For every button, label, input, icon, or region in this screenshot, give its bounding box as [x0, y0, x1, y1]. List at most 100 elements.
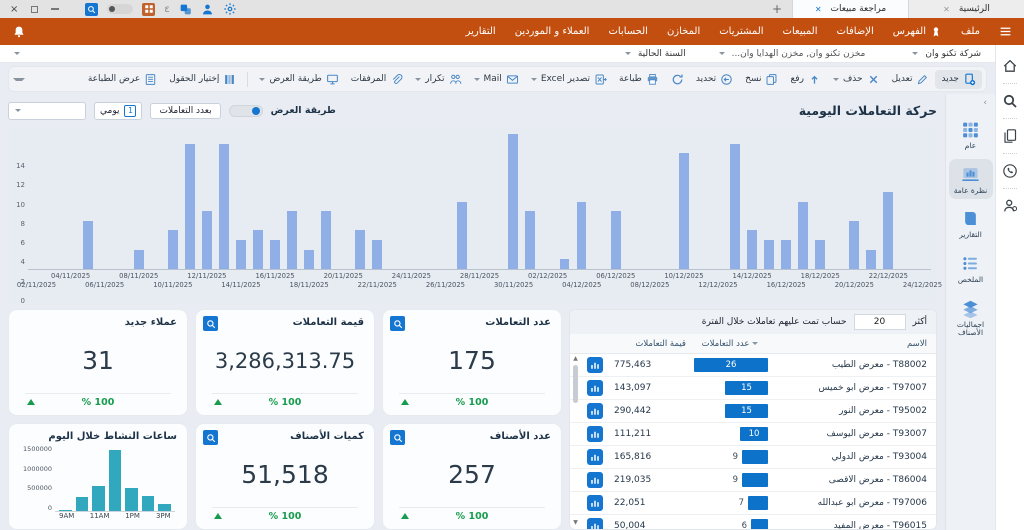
row-chart-icon[interactable]	[587, 380, 603, 396]
row-chart-icon[interactable]	[587, 472, 603, 488]
toolbar-button-[interactable]: تحديد	[690, 70, 739, 89]
toolbar-button-[interactable]: Mail	[468, 70, 525, 89]
menu-item[interactable]: الإضافات	[836, 26, 873, 38]
toolbar-collapse-icon[interactable]	[13, 78, 25, 81]
row-chart-icon[interactable]	[587, 403, 603, 419]
menu-item[interactable]: التقارير	[466, 26, 496, 38]
search-icon[interactable]	[390, 430, 405, 445]
toolbar-button-[interactable]: المرفقات	[345, 70, 409, 89]
new-tab-button[interactable]: +	[772, 2, 782, 16]
table-row[interactable]: T97006 - معرض ابو عبدالله722,051	[570, 492, 936, 515]
fiscal-year-selector[interactable]: السنة الحالية	[638, 49, 686, 59]
scroll-down-icon[interactable]: ▼	[571, 519, 580, 527]
scroll-up-icon[interactable]: ▲	[571, 355, 580, 363]
row-chart-icon[interactable]	[587, 357, 603, 373]
nav-item[interactable]: التقارير	[949, 203, 993, 244]
table-row[interactable]: T96015 - معرض المفيد650,004	[570, 515, 936, 529]
table-row[interactable]: T88002 - معرض الطيب26775,463	[570, 354, 936, 377]
search-icon[interactable]	[203, 430, 218, 445]
refresh-icon	[671, 73, 684, 86]
toolbar-button-[interactable]: تصدير Excel	[525, 70, 613, 89]
card-items-quantity[interactable]: كميات الأصناف 51,518 % 100	[195, 423, 375, 530]
close-tab-icon[interactable]: ✕	[815, 5, 822, 14]
table-row[interactable]: T93004 - معرض الدولي9165,816	[570, 446, 936, 469]
accounts-count-input[interactable]: 20	[854, 314, 906, 330]
card-transactions-value[interactable]: قيمة التعاملات 3,286,313.75 % 100	[195, 309, 375, 416]
toolbar-button-[interactable]: طريقة العرض	[253, 70, 344, 89]
whatsapp-icon[interactable]	[1002, 160, 1018, 182]
menu-item[interactable]: المخازن	[667, 26, 700, 38]
card-value: 257	[393, 442, 551, 507]
scrollbar-thumb[interactable]	[573, 365, 578, 403]
tab-sales-review[interactable]: مراجعة مبيعات✕	[792, 0, 908, 18]
table-scrollbar[interactable]: ▲ ▼	[571, 355, 580, 527]
close-window-icon[interactable]: ×	[10, 4, 18, 15]
interval-stepper[interactable]: 1 يومي	[94, 102, 142, 120]
column-name[interactable]: الاسم	[772, 339, 936, 349]
card-transactions-count[interactable]: عدد التعاملات 175 % 100	[382, 309, 562, 416]
gears-icon[interactable]	[223, 2, 237, 16]
menu-item[interactable]: الحسابات	[608, 26, 648, 38]
minimize-window-icon[interactable]	[51, 8, 59, 10]
row-chart-icon[interactable]	[587, 426, 603, 442]
table-row[interactable]: T95002 - معرض النور15290,442	[570, 400, 936, 423]
chevron-down-icon	[415, 78, 421, 81]
close-tab-icon[interactable]: ✕	[943, 5, 950, 14]
row-chart-icon[interactable]	[587, 495, 603, 511]
toolbar-button-[interactable]: طباعة	[613, 70, 665, 89]
tab-home[interactable]: الرئيسية✕	[908, 0, 1024, 18]
column-count[interactable]: عدد التعاملات	[688, 339, 772, 349]
toolbar-button-[interactable]: عرض الطباعة	[82, 70, 163, 89]
toolbar-button-[interactable]: حذف	[827, 70, 886, 89]
restore-window-icon[interactable]	[31, 6, 38, 13]
toolbar-button-[interactable]: رفع	[784, 70, 826, 89]
menu-item[interactable]: ملف	[961, 26, 980, 38]
warehouse-selector[interactable]: مخزن تكنو وان, مخزن الهدايا وان...	[732, 49, 866, 59]
notifications-bell-icon[interactable]	[12, 25, 26, 39]
company-selector[interactable]: شركة تكنو وان	[925, 49, 981, 59]
documents-icon[interactable]	[1002, 125, 1018, 147]
x-axis-tick: 18/11/2025	[290, 281, 329, 289]
search-icon[interactable]	[1002, 90, 1018, 112]
context-collapse-icon[interactable]	[14, 52, 20, 55]
nav-item[interactable]: نظرة عامة	[949, 159, 993, 200]
table-row[interactable]: T93007 - معرض اليوسف10111,211	[570, 423, 936, 446]
table-row[interactable]: T97007 - معرض ابو خميس15143,097	[570, 377, 936, 400]
row-chart-icon[interactable]	[587, 449, 603, 465]
menu-item[interactable]: المشتريات	[719, 26, 763, 38]
toolbar-button-icon-only[interactable]	[665, 70, 690, 89]
menu-item[interactable]: العملاء و الموردين	[515, 26, 590, 38]
search-icon[interactable]	[390, 316, 405, 331]
mode-option-button[interactable]: بعدد التعاملات	[150, 103, 220, 119]
trend-up-icon	[401, 513, 409, 519]
currency-icon[interactable]: ε	[164, 4, 169, 15]
toolbar-button-[interactable]: جديد	[935, 70, 982, 89]
user-icon[interactable]	[201, 3, 214, 16]
hamburger-menu-icon[interactable]	[999, 25, 1012, 38]
card-items-count[interactable]: عدد الأصناف 257 % 100	[382, 423, 562, 530]
home-icon[interactable]	[1002, 55, 1018, 77]
nav-item[interactable]: عام	[949, 114, 993, 155]
column-value[interactable]: قيمة التعاملات	[610, 339, 688, 349]
toolbar-button-[interactable]: تعديل	[886, 70, 936, 89]
nav-item[interactable]: الملخص	[949, 248, 993, 289]
menu-item[interactable]: المبيعات	[783, 26, 818, 38]
apps-icon[interactable]	[142, 3, 155, 16]
toolbar-button-[interactable]: تكرار	[409, 70, 467, 89]
menu-item[interactable]: الفهرس	[893, 26, 942, 38]
nav-collapse-icon[interactable]: ›	[975, 96, 995, 110]
tray-toggle[interactable]	[107, 4, 133, 14]
toolbar-button-[interactable]: نسخ	[739, 70, 784, 89]
toolbar-button-[interactable]: إختيار الحقول	[163, 70, 242, 89]
row-chart-icon[interactable]	[587, 518, 603, 529]
search-icon[interactable]	[203, 316, 218, 331]
interval-dropdown[interactable]	[8, 102, 86, 120]
translate-icon[interactable]	[179, 3, 192, 16]
search-icon[interactable]	[85, 3, 98, 16]
table-row[interactable]: T86004 - معرض الاقصى9219,035	[570, 469, 936, 492]
card-new-customers[interactable]: عملاء جديد 31 % 100	[8, 309, 188, 416]
user-search-icon[interactable]	[1002, 195, 1018, 217]
card-activity-hours[interactable]: ساعات النشاط خلال اليوم 1500000100000050…	[8, 423, 188, 530]
mode-toggle[interactable]	[229, 105, 263, 117]
nav-item[interactable]: اجماليات الأصناف	[949, 293, 993, 342]
